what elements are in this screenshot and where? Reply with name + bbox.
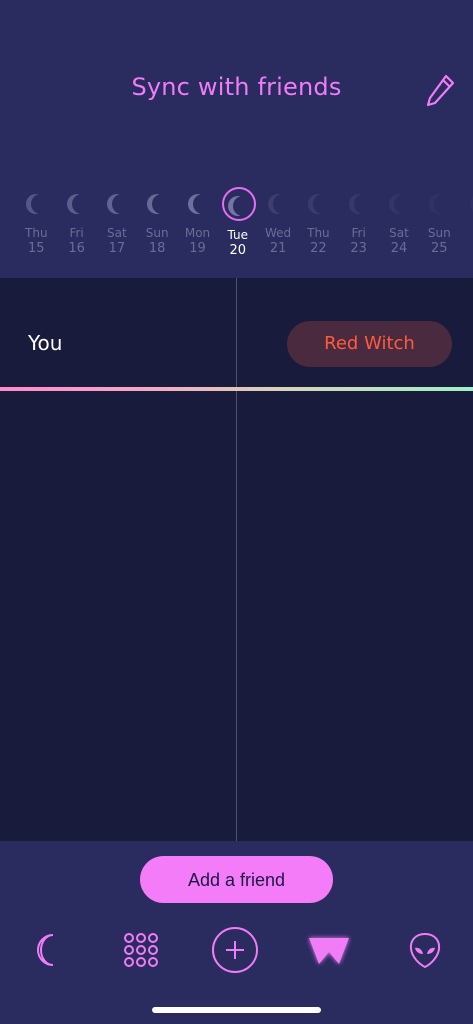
day-name: Sat [107,226,127,240]
day-name: Thu [25,226,48,240]
day-name: Thu [307,226,330,240]
nav-moon[interactable] [23,926,71,974]
moon-phase-icon [348,194,373,214]
day-number: 22 [310,241,327,256]
day-12[interactable]: M [458,182,473,241]
day-name: Fri [351,226,366,240]
day-2[interactable]: Fri 16 [55,182,99,256]
moon-phase-icon [308,194,333,214]
day-number: 18 [148,241,166,256]
day-name: Sat [389,226,409,240]
day-number: 19 [189,241,206,256]
moon-phase-icon [268,194,293,214]
plus-icon [212,927,258,973]
day-number: 17 [108,241,126,256]
moon-phase-icon [26,194,51,214]
alien-icon [409,932,441,969]
day-number: 25 [431,241,448,256]
witch-icon [309,938,349,964]
grid-icon [124,933,158,967]
day-1[interactable]: Thu 15 [14,182,58,256]
day-number: 21 [269,241,287,256]
day-4[interactable]: Sun 18 [135,182,179,256]
moon-phase-icon [389,194,413,214]
day-10[interactable]: Sat 24 [377,182,421,256]
moon-phase-icon [187,194,212,214]
day-name: Sun [145,226,169,240]
day-6[interactable]: Tue 20 [216,182,260,258]
moon-phase-icon [469,196,473,212]
day-name: M [458,226,473,240]
moon-phase-icon [0,194,10,214]
nav-witch[interactable] [305,926,353,974]
home-indicator [152,1007,321,1013]
row-you-label: You [28,331,63,355]
day-name: Fri [69,226,84,240]
day-7[interactable]: Wed 21 [256,182,300,256]
day-name: Mon [184,226,211,240]
today-ring [221,187,256,221]
sync-line [0,387,473,391]
today-divider [236,278,237,841]
moon-phase-icon [429,194,454,214]
day-number: 24 [390,241,408,256]
friend-pill-red-witch[interactable]: Red Witch [287,321,452,367]
day-number: 16 [68,241,85,256]
nav-alien[interactable] [401,926,449,974]
moon-phase-icon [106,194,131,214]
nav-add[interactable] [211,926,259,974]
day-number: 20 [229,243,247,258]
day-11[interactable]: Sun 25 [417,182,461,256]
moon-icon [37,934,54,966]
day-number: 23 [350,241,367,256]
day-number: 15 [28,241,45,256]
day-strip[interactable]: dThu15Fri16Sat17Sun18Mon19Tue20Wed21Thu2… [0,0,473,278]
day-9[interactable]: Fri 23 [337,182,381,256]
day-name: Tue [227,228,249,242]
day-name: Wed [265,226,292,240]
nav-grid[interactable] [117,926,165,974]
add-friend-button[interactable]: Add a friend [140,856,333,903]
day-3[interactable]: Sat 17 [95,182,139,256]
day-5[interactable]: Mon 19 [176,182,220,256]
moon-phase-icon [147,194,172,214]
day-8[interactable]: Thu 22 [296,182,340,256]
day-name: Sun [427,226,451,240]
moon-phase-icon [66,194,91,214]
